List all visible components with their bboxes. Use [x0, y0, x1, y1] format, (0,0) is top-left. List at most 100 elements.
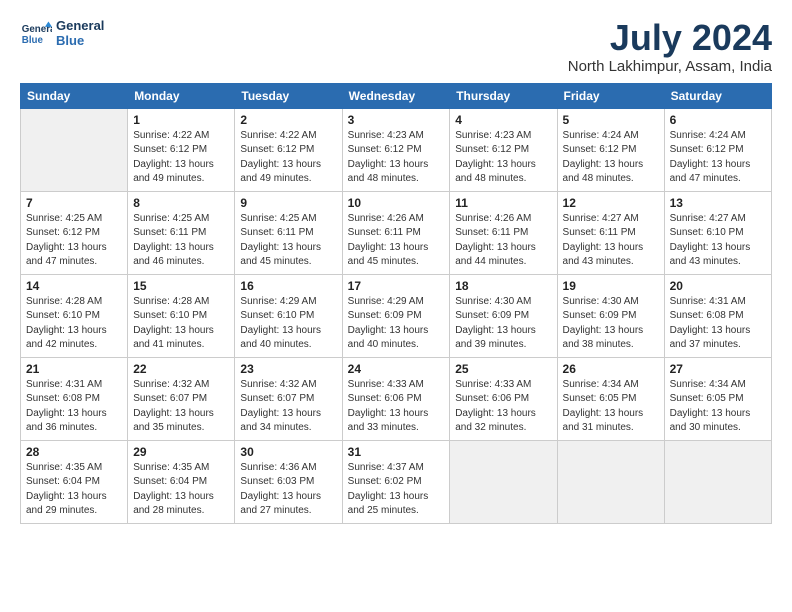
col-header-thursday: Thursday [450, 83, 557, 108]
day-info: Sunrise: 4:29 AMSunset: 6:10 PMDaylight:… [240, 295, 336, 353]
day-info: Sunrise: 4:25 AMSunset: 6:11 PMDaylight:… [133, 212, 229, 270]
logo-icon: General Blue [20, 18, 52, 50]
day-number: 2 [240, 113, 336, 127]
day-number: 7 [26, 196, 122, 210]
day-number: 16 [240, 279, 336, 293]
day-number: 12 [563, 196, 659, 210]
week-row-2: 7 Sunrise: 4:25 AMSunset: 6:12 PMDaylight… [21, 191, 772, 274]
day-number: 20 [670, 279, 766, 293]
day-number: 14 [26, 279, 122, 293]
calendar-table: SundayMondayTuesdayWednesdayThursdayFrid… [20, 83, 772, 524]
day-number: 9 [240, 196, 336, 210]
day-number: 24 [348, 362, 445, 376]
day-cell: 12 Sunrise: 4:27 AMSunset: 6:11 PMDayligh… [557, 191, 664, 274]
day-cell: 15Sunrise: 4:28 AMSunset: 6:10 PMDayligh… [128, 274, 235, 357]
week-row-3: 14 Sunrise: 4:28 AMSunset: 6:10 PMDayligh… [21, 274, 772, 357]
day-number: 18 [455, 279, 551, 293]
location-title: North Lakhimpur, Assam, India [568, 58, 772, 75]
day-cell: 2Sunrise: 4:22 AMSunset: 6:12 PMDaylight… [235, 108, 342, 191]
day-number: 27 [670, 362, 766, 376]
col-header-tuesday: Tuesday [235, 83, 342, 108]
day-info: Sunrise: 4:36 AMSunset: 6:03 PMDaylight:… [240, 461, 336, 519]
day-number: 26 [563, 362, 659, 376]
day-cell [664, 440, 771, 523]
day-number: 13 [670, 196, 766, 210]
page-container: General Blue General Blue July 2024 Nort… [0, 0, 792, 534]
day-info: Sunrise: 4:23 AMSunset: 6:12 PMDaylight:… [455, 129, 551, 187]
day-cell: 14 Sunrise: 4:28 AMSunset: 6:10 PMDayligh… [21, 274, 128, 357]
day-cell: 18 Sunrise: 4:30 AMSunset: 6:09 PMDayligh… [450, 274, 557, 357]
day-number: 22 [133, 362, 229, 376]
day-info: Sunrise: 4:30 AMSunset: 6:09 PMDaylight:… [455, 295, 551, 353]
day-number: 25 [455, 362, 551, 376]
week-row-4: 21Sunrise: 4:31 AMSunset: 6:08 PMDayligh… [21, 357, 772, 440]
day-cell: 9 Sunrise: 4:25 AMSunset: 6:11 PMDaylight… [235, 191, 342, 274]
day-cell: 6Sunrise: 4:24 AMSunset: 6:12 PMDaylight… [664, 108, 771, 191]
day-info: Sunrise: 4:25 AMSunset: 6:12 PMDaylight:… [26, 212, 122, 270]
day-cell: 21Sunrise: 4:31 AMSunset: 6:08 PMDayligh… [21, 357, 128, 440]
logo-line1: General [56, 19, 104, 34]
day-cell: 29Sunrise: 4:35 AMSunset: 6:04 PMDayligh… [128, 440, 235, 523]
day-info: Sunrise: 4:22 AMSunset: 6:12 PMDaylight:… [133, 129, 229, 187]
day-info: Sunrise: 4:30 AMSunset: 6:09 PMDaylight:… [563, 295, 659, 353]
day-info: Sunrise: 4:33 AMSunset: 6:06 PMDaylight:… [455, 378, 551, 436]
col-header-sunday: Sunday [21, 83, 128, 108]
day-cell: 7 Sunrise: 4:25 AMSunset: 6:12 PMDaylight… [21, 191, 128, 274]
day-cell: 13Sunrise: 4:27 AMSunset: 6:10 PMDayligh… [664, 191, 771, 274]
day-cell: 23 Sunrise: 4:32 AMSunset: 6:07 PMDayligh… [235, 357, 342, 440]
day-info: Sunrise: 4:35 AMSunset: 6:04 PMDaylight:… [133, 461, 229, 519]
day-info: Sunrise: 4:23 AMSunset: 6:12 PMDaylight:… [348, 129, 445, 187]
day-number: 19 [563, 279, 659, 293]
header-row: SundayMondayTuesdayWednesdayThursdayFrid… [21, 83, 772, 108]
day-info: Sunrise: 4:26 AMSunset: 6:11 PMDaylight:… [455, 212, 551, 270]
month-title: July 2024 [568, 18, 772, 58]
col-header-saturday: Saturday [664, 83, 771, 108]
day-number: 8 [133, 196, 229, 210]
week-row-5: 28 Sunrise: 4:35 AMSunset: 6:04 PMDayligh… [21, 440, 772, 523]
day-cell: 30Sunrise: 4:36 AMSunset: 6:03 PMDayligh… [235, 440, 342, 523]
day-cell: 10Sunrise: 4:26 AMSunset: 6:11 PMDayligh… [342, 191, 450, 274]
day-number: 17 [348, 279, 445, 293]
day-cell: 17 Sunrise: 4:29 AMSunset: 6:09 PMDayligh… [342, 274, 450, 357]
col-header-monday: Monday [128, 83, 235, 108]
day-info: Sunrise: 4:27 AMSunset: 6:11 PMDaylight:… [563, 212, 659, 270]
day-number: 10 [348, 196, 445, 210]
week-row-1: 1Sunrise: 4:22 AMSunset: 6:12 PMDaylight… [21, 108, 772, 191]
col-header-friday: Friday [557, 83, 664, 108]
day-cell: 1Sunrise: 4:22 AMSunset: 6:12 PMDaylight… [128, 108, 235, 191]
day-cell: 5Sunrise: 4:24 AMSunset: 6:12 PMDaylight… [557, 108, 664, 191]
day-number: 3 [348, 113, 445, 127]
day-info: Sunrise: 4:29 AMSunset: 6:09 PMDaylight:… [348, 295, 445, 353]
day-cell: 8 Sunrise: 4:25 AMSunset: 6:11 PMDaylight… [128, 191, 235, 274]
day-number: 28 [26, 445, 122, 459]
day-cell: 11 Sunrise: 4:26 AMSunset: 6:11 PMDayligh… [450, 191, 557, 274]
day-cell: 28 Sunrise: 4:35 AMSunset: 6:04 PMDayligh… [21, 440, 128, 523]
day-cell: 16 Sunrise: 4:29 AMSunset: 6:10 PMDayligh… [235, 274, 342, 357]
day-cell: 20Sunrise: 4:31 AMSunset: 6:08 PMDayligh… [664, 274, 771, 357]
day-cell [21, 108, 128, 191]
day-cell: 25 Sunrise: 4:33 AMSunset: 6:06 PMDayligh… [450, 357, 557, 440]
day-cell: 31Sunrise: 4:37 AMSunset: 6:02 PMDayligh… [342, 440, 450, 523]
day-number: 21 [26, 362, 122, 376]
day-number: 5 [563, 113, 659, 127]
day-cell: 26Sunrise: 4:34 AMSunset: 6:05 PMDayligh… [557, 357, 664, 440]
day-number: 15 [133, 279, 229, 293]
day-info: Sunrise: 4:35 AMSunset: 6:04 PMDaylight:… [26, 461, 122, 519]
day-info: Sunrise: 4:25 AMSunset: 6:11 PMDaylight:… [240, 212, 336, 270]
day-info: Sunrise: 4:37 AMSunset: 6:02 PMDaylight:… [348, 461, 445, 519]
logo: General Blue General Blue [20, 18, 104, 50]
header: General Blue General Blue July 2024 Nort… [20, 18, 772, 75]
day-info: Sunrise: 4:32 AMSunset: 6:07 PMDaylight:… [240, 378, 336, 436]
day-cell [450, 440, 557, 523]
day-cell: 22 Sunrise: 4:32 AMSunset: 6:07 PMDayligh… [128, 357, 235, 440]
day-number: 6 [670, 113, 766, 127]
svg-text:Blue: Blue [22, 35, 44, 46]
day-cell [557, 440, 664, 523]
col-header-wednesday: Wednesday [342, 83, 450, 108]
logo-line2: Blue [56, 34, 104, 49]
day-info: Sunrise: 4:32 AMSunset: 6:07 PMDaylight:… [133, 378, 229, 436]
day-info: Sunrise: 4:28 AMSunset: 6:10 PMDaylight:… [26, 295, 122, 353]
day-cell: 27Sunrise: 4:34 AMSunset: 6:05 PMDayligh… [664, 357, 771, 440]
day-number: 11 [455, 196, 551, 210]
day-number: 23 [240, 362, 336, 376]
